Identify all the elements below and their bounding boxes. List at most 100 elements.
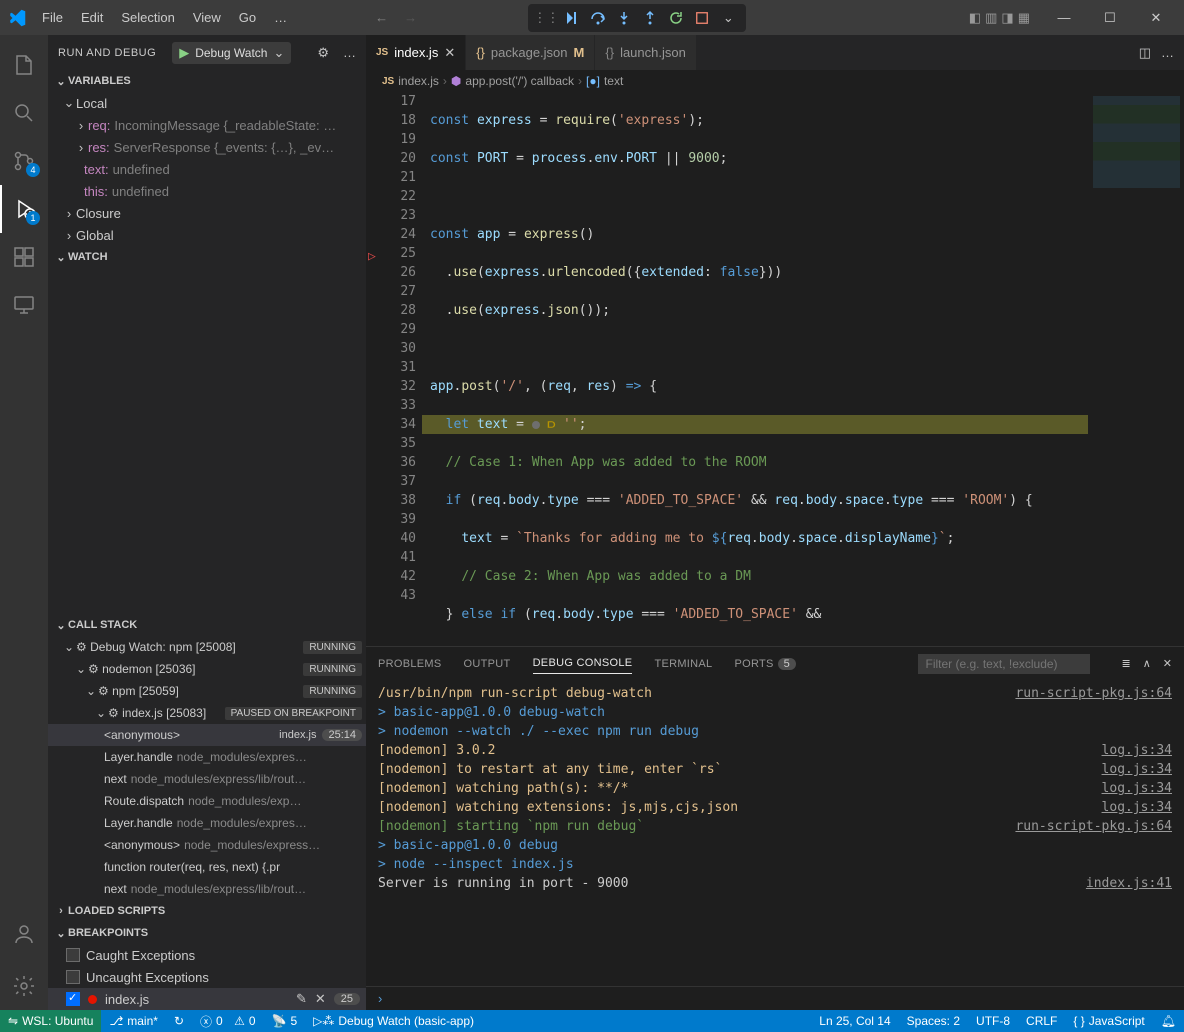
menu-go[interactable]: Go	[231, 6, 264, 29]
step-over-icon[interactable]	[588, 8, 608, 28]
sb-ports[interactable]: 📡5	[264, 1010, 306, 1032]
more-icon[interactable]: …	[1161, 45, 1174, 60]
remote-explorer-icon[interactable]	[0, 281, 48, 329]
checkbox[interactable]	[66, 948, 80, 962]
cs-session[interactable]: ⌄⚙ Debug Watch: npm [25008]RUNNING	[48, 636, 366, 658]
sb-cursor-pos[interactable]: Ln 25, Col 14	[811, 1014, 898, 1028]
run-debug-icon[interactable]: 1	[0, 185, 48, 233]
line-gutter[interactable]: 1718192021222324 ▷25 2627282930313233343…	[366, 92, 422, 646]
bp-file-row[interactable]: index.js ✎ ✕ 25	[48, 988, 366, 1010]
sb-sync[interactable]: ↻	[166, 1010, 192, 1032]
minimize-icon[interactable]: —	[1044, 4, 1084, 32]
checkbox[interactable]	[66, 992, 80, 1006]
nav-back-icon[interactable]: ←	[375, 10, 388, 25]
debug-start-control[interactable]: ▶ Debug Watch ⌄	[172, 42, 291, 64]
cs-frame[interactable]: Layer.handlenode_modules/expres…	[48, 746, 366, 768]
step-out-icon[interactable]	[640, 8, 660, 28]
cs-frame[interactable]: <anonymous>node_modules/express…	[48, 834, 366, 856]
cs-process[interactable]: ⌄⚙ nodemon [25036]RUNNING	[48, 658, 366, 680]
checkbox[interactable]	[66, 970, 80, 984]
menu-more[interactable]: …	[266, 6, 295, 29]
cs-frame[interactable]: <anonymous>index.js25:14	[48, 724, 366, 746]
console-filter-input[interactable]	[918, 654, 1090, 674]
menu-edit[interactable]: Edit	[73, 6, 111, 29]
settings-gear-icon[interactable]	[0, 962, 48, 1010]
debug-toolbar[interactable]: ⋮⋮ ⌄	[528, 4, 746, 32]
toolbar-chevron-down-icon[interactable]: ⌄	[718, 8, 738, 28]
menu-file[interactable]: File	[34, 6, 71, 29]
code-area[interactable]: const express = require('express'); cons…	[422, 92, 1088, 646]
cs-frame[interactable]: function router(req, res, next) {.pr	[48, 856, 366, 878]
scope-closure[interactable]: ›Closure	[48, 202, 366, 224]
tab-problems[interactable]: PROBLEMS	[378, 654, 442, 674]
layout-panel-right-icon[interactable]: ◨	[1001, 10, 1013, 26]
layout-customize-icon[interactable]: ▦	[1018, 10, 1030, 26]
bp-caught[interactable]: Caught Exceptions	[48, 944, 366, 966]
sb-branch[interactable]: ⎇main*	[101, 1010, 166, 1032]
layout-panel-bottom-icon[interactable]: ▥	[985, 10, 997, 26]
menu-view[interactable]: View	[185, 6, 229, 29]
menu-selection[interactable]: Selection	[113, 6, 182, 29]
close-panel-icon[interactable]: ✕	[1163, 657, 1172, 670]
tab-package-json[interactable]: {}package.jsonM	[466, 35, 595, 70]
configure-icon[interactable]: ⚙	[317, 45, 329, 61]
nav-forward-icon[interactable]: →	[404, 10, 417, 25]
sb-indent[interactable]: Spaces: 2	[899, 1014, 968, 1028]
sb-notifications[interactable]: 🔔︎	[1153, 1014, 1184, 1028]
stop-icon[interactable]	[692, 8, 712, 28]
var-res[interactable]: ›res:ServerResponse {_events: {…}, _ev…	[48, 136, 366, 158]
split-editor-icon[interactable]: ◫	[1139, 45, 1151, 61]
breadcrumb[interactable]: JS index.js› ⬢app.post('/') callback› [●…	[366, 70, 1184, 92]
var-this[interactable]: this:undefined	[48, 180, 366, 202]
explorer-icon[interactable]	[0, 41, 48, 89]
bp-uncaught[interactable]: Uncaught Exceptions	[48, 966, 366, 988]
sb-language[interactable]: { }JavaScript	[1065, 1014, 1152, 1028]
step-into-icon[interactable]	[614, 8, 634, 28]
filter-settings-icon[interactable]: ≣	[1122, 657, 1131, 670]
editor[interactable]: 1718192021222324 ▷25 2627282930313233343…	[366, 92, 1184, 646]
sb-remote[interactable]: ⇋WSL: Ubuntu	[0, 1010, 101, 1032]
cs-process[interactable]: ⌄⚙ npm [25059]RUNNING	[48, 680, 366, 702]
cs-frame[interactable]: Route.dispatchnode_modules/exp…	[48, 790, 366, 812]
callstack-header[interactable]: ⌄CALL STACK	[48, 614, 366, 636]
tab-ports[interactable]: PORTS5	[734, 654, 796, 674]
scope-global[interactable]: ›Global	[48, 224, 366, 246]
loaded-scripts-header[interactable]: ›LOADED SCRIPTS	[48, 900, 366, 922]
console-input[interactable]: ›	[366, 986, 1184, 1010]
accounts-icon[interactable]	[0, 910, 48, 958]
sb-debug-session[interactable]: ▷⁂Debug Watch (basic-app)	[305, 1010, 482, 1032]
minimap[interactable]	[1088, 92, 1184, 646]
restart-icon[interactable]	[666, 8, 686, 28]
toolbar-grip-icon[interactable]: ⋮⋮	[536, 8, 556, 28]
sb-eol[interactable]: CRLF	[1018, 1014, 1065, 1028]
debug-console[interactable]: /usr/bin/npm run-script debug-watchrun-s…	[366, 680, 1184, 986]
tab-output[interactable]: OUTPUT	[464, 654, 511, 674]
tab-debug-console[interactable]: DEBUG CONSOLE	[533, 653, 633, 674]
more-icon[interactable]: …	[343, 45, 356, 60]
close-icon[interactable]: ✕	[444, 45, 455, 61]
cs-frame[interactable]: nextnode_modules/express/lib/rout…	[48, 768, 366, 790]
maximize-panel-icon[interactable]: ∧	[1143, 657, 1151, 670]
cs-frame[interactable]: Layer.handlenode_modules/expres…	[48, 812, 366, 834]
var-text[interactable]: text:undefined	[48, 158, 366, 180]
maximize-icon[interactable]: ☐	[1090, 4, 1130, 32]
watch-header[interactable]: ⌄WATCH	[48, 246, 366, 268]
tab-index-js[interactable]: JSindex.js✕	[366, 35, 466, 70]
edit-icon[interactable]: ✎	[296, 991, 307, 1007]
remove-icon[interactable]: ✕	[315, 991, 326, 1007]
var-req[interactable]: ›req:IncomingMessage {_readableState: …	[48, 114, 366, 136]
source-control-icon[interactable]: 4	[0, 137, 48, 185]
scope-local[interactable]: ⌄Local	[48, 92, 366, 114]
breakpoints-header[interactable]: ⌄BREAKPOINTS	[48, 922, 366, 944]
continue-icon[interactable]	[562, 8, 582, 28]
extensions-icon[interactable]	[0, 233, 48, 281]
cs-frame[interactable]: nextnode_modules/express/lib/rout…	[48, 878, 366, 900]
tab-terminal[interactable]: TERMINAL	[654, 654, 712, 674]
sb-problems[interactable]: ⓧ0 ⚠0	[192, 1010, 264, 1032]
tab-launch-json[interactable]: {}launch.json	[595, 35, 696, 70]
sb-encoding[interactable]: UTF-8	[968, 1014, 1018, 1028]
layout-panel-left-icon[interactable]: ◧	[969, 10, 981, 26]
close-window-icon[interactable]: ✕	[1136, 4, 1176, 32]
search-icon[interactable]	[0, 89, 48, 137]
variables-header[interactable]: ⌄VARIABLES	[48, 70, 366, 92]
